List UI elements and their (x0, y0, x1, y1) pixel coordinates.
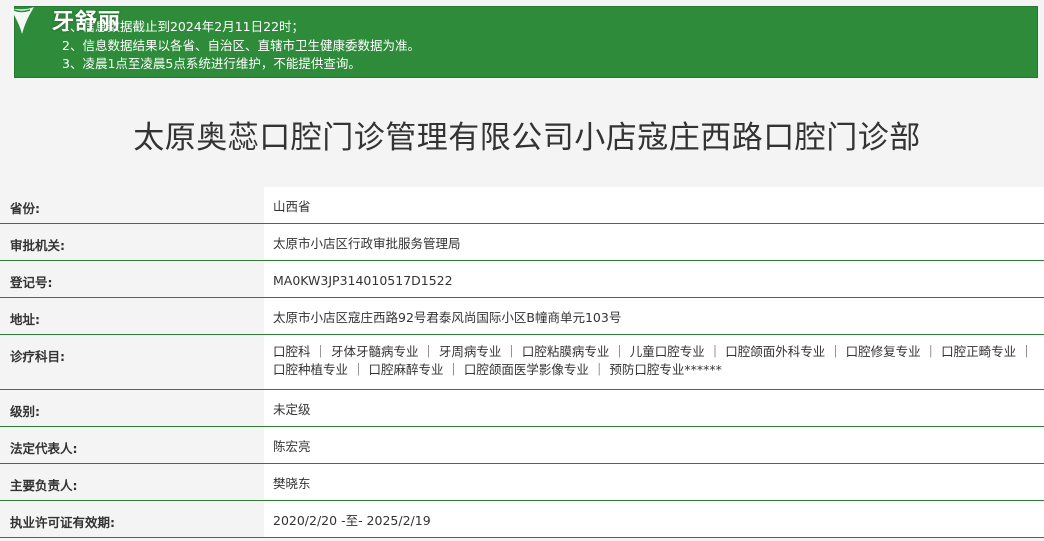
logo-text: 牙舒丽 (52, 9, 122, 35)
row-label: 登记号: (0, 261, 264, 297)
row-label: 省份: (0, 187, 264, 223)
table-row-license-validity: 执业许可证有效期: 2020/2/20 -至- 2025/2/19 (0, 501, 1044, 538)
row-label: 审批机关: (0, 224, 264, 260)
details-table: 省份: 山西省 审批机关: 太原市小店区行政审批服务管理局 登记号: MA0KW… (0, 187, 1044, 538)
row-label: 主要负责人: (0, 464, 264, 500)
row-label: 诊疗科目: (0, 335, 264, 389)
table-row-medical-subjects: 诊疗科目: 口腔科 ｜ 牙体牙髓病专业 ｜ 牙周病专业 ｜ 口腔粘膜病专业 ｜ … (0, 335, 1044, 390)
notice-line-3: 3、凌晨1点至凌晨5点系统进行维护，不能提供查询。 (62, 56, 361, 71)
table-row-province: 省份: 山西省 (0, 187, 1044, 224)
row-value: 太原市小店区寇庄西路92号君泰风尚国际小区B幢商单元103号 (264, 298, 1044, 334)
row-label: 地址: (0, 298, 264, 334)
table-row-registration-number: 登记号: MA0KW3JP314010517D1522 (0, 261, 1044, 298)
table-row-level: 级别: 未定级 (0, 390, 1044, 427)
page-title: 太原奥蕊口腔门诊管理有限公司小店寇庄西路口腔门诊部 (133, 120, 921, 156)
row-label: 法定代表人: (0, 427, 264, 463)
table-row-legal-representative: 法定代表人: 陈宏亮 (0, 427, 1044, 464)
row-value: 樊晓东 (264, 464, 1044, 500)
row-value: 口腔科 ｜ 牙体牙髓病专业 ｜ 牙周病专业 ｜ 口腔粘膜病专业 ｜ 儿童口腔专业… (264, 335, 1044, 389)
table-row-address: 地址: 太原市小店区寇庄西路92号君泰风尚国际小区B幢商单元103号 (0, 298, 1044, 335)
notice-banner: 1、信息数据截止到2024年2月11日22时； 2、信息数据结果以各省、自治区、… (14, 6, 1038, 78)
row-value: MA0KW3JP314010517D1522 (264, 261, 1044, 297)
row-value: 太原市小店区行政审批服务管理局 (264, 224, 1044, 260)
tooth-logo-icon (10, 7, 34, 34)
row-value: 2020/2/20 -至- 2025/2/19 (264, 501, 1044, 537)
row-value: 未定级 (264, 390, 1044, 426)
row-label: 级别: (0, 390, 264, 426)
logo: 牙舒丽 (0, 0, 140, 42)
row-value: 陈宏亮 (264, 427, 1044, 463)
table-row-principal: 主要负责人: 樊晓东 (0, 464, 1044, 501)
row-label: 执业许可证有效期: (0, 501, 264, 537)
table-row-approval-authority: 审批机关: 太原市小店区行政审批服务管理局 (0, 224, 1044, 261)
row-value: 山西省 (264, 187, 1044, 223)
